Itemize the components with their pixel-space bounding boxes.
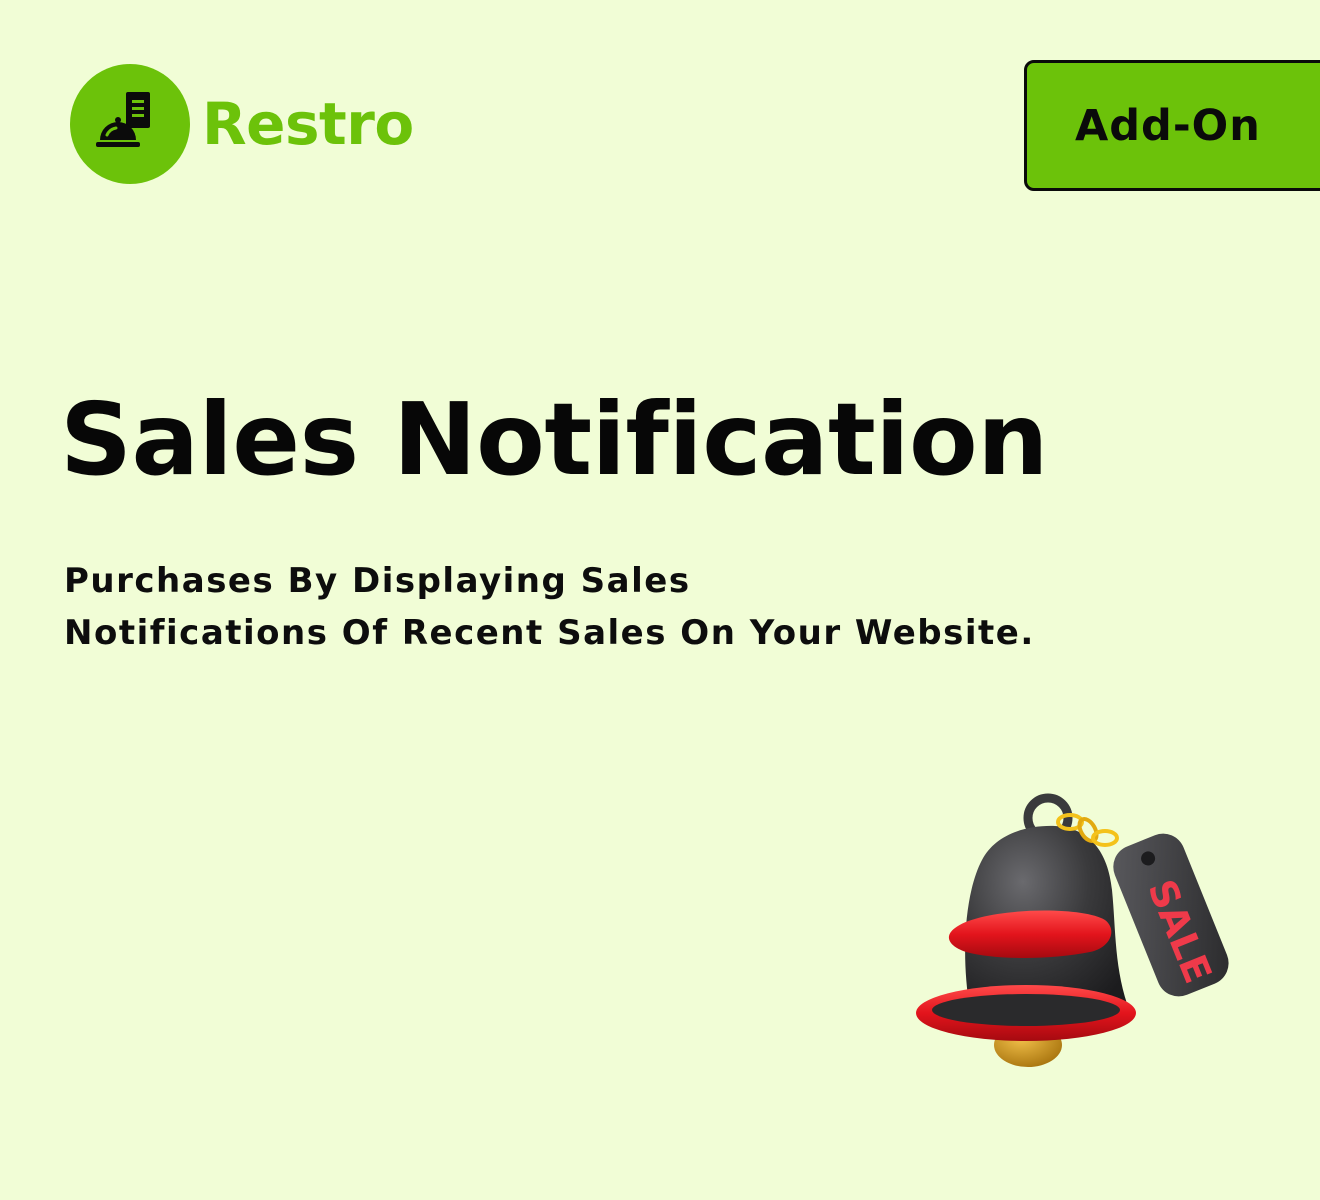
brand-name: Restro [202,90,414,158]
page-title: Sales Notification [60,381,1048,498]
description-line: Purchases By Displaying Sales [64,561,691,601]
page-description: Purchases By Displaying Sales Notificati… [64,555,1184,659]
description-line: Notifications Of Recent Sales On Your We… [64,613,1035,653]
brand-logo-group[interactable]: Restro [70,64,414,184]
notification-bell-icon: SALE [900,780,1250,1080]
service-bell-icon [70,64,190,184]
add-on-button[interactable]: Add-On [1024,60,1320,191]
